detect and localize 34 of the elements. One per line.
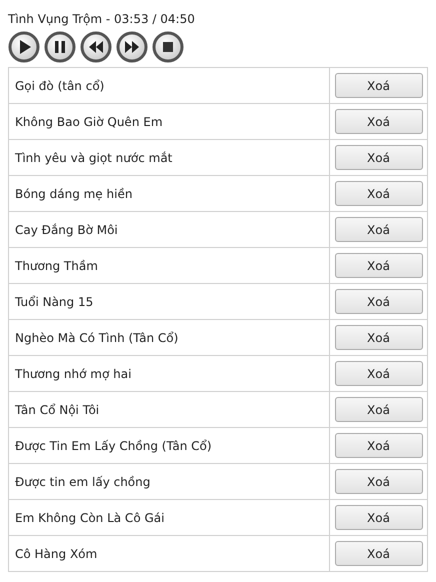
song-title: Tình yêu và giọt nước mắt [15,150,172,164]
delete-button[interactable]: Xoá [334,469,422,494]
song-title: Gọi đò (tân cổ) [15,78,104,92]
delete-button[interactable]: Xoá [334,433,422,458]
song-title: Nghèo Mà Có Tình (Tân Cổ) [15,330,178,344]
song-title: Tuổi Nàng 15 [15,294,94,308]
song-title: Thương Thầm [15,258,98,272]
song-title: Tân Cổ Nội Tôi [15,402,100,416]
delete-button[interactable]: Xoá [334,73,422,98]
delete-button[interactable]: Xoá [334,181,422,206]
delete-button[interactable]: Xoá [334,397,422,422]
song-title: Không Bao Giờ Quên Em [15,114,163,128]
delete-button[interactable]: Xoá [334,289,422,314]
rewind-button[interactable] [80,31,112,63]
delete-button[interactable]: Xoá [334,541,422,566]
song-title: Cay Đắng Bờ Môi [15,222,118,236]
song-title: Được tin em lấy chồng [15,474,150,488]
pause-button[interactable] [44,31,76,63]
delete-button[interactable]: Xoá [334,361,422,386]
song-title: Cô Hàng Xóm [15,546,98,560]
delete-button[interactable]: Xoá [334,505,422,530]
fast-forward-button[interactable] [116,31,148,63]
delete-button[interactable]: Xoá [334,253,422,278]
delete-button[interactable]: Xoá [334,325,422,350]
play-button[interactable] [8,31,40,63]
stop-button[interactable] [152,31,184,63]
song-title: Em Không Còn Là Cô Gái [15,510,164,524]
delete-button[interactable]: Xoá [334,145,422,170]
song-title: Bóng dáng mẹ hiền [15,186,132,200]
song-title: Thương nhớ mợ hai [15,366,132,380]
song-title: Được Tin Em Lấy Chồng (Tân Cổ) [15,438,212,452]
now-playing-text: Tình Vụng Trộm - 03:53 / 04:50 [8,12,196,27]
delete-button[interactable]: Xoá [334,109,422,134]
delete-button[interactable]: Xoá [334,217,422,242]
